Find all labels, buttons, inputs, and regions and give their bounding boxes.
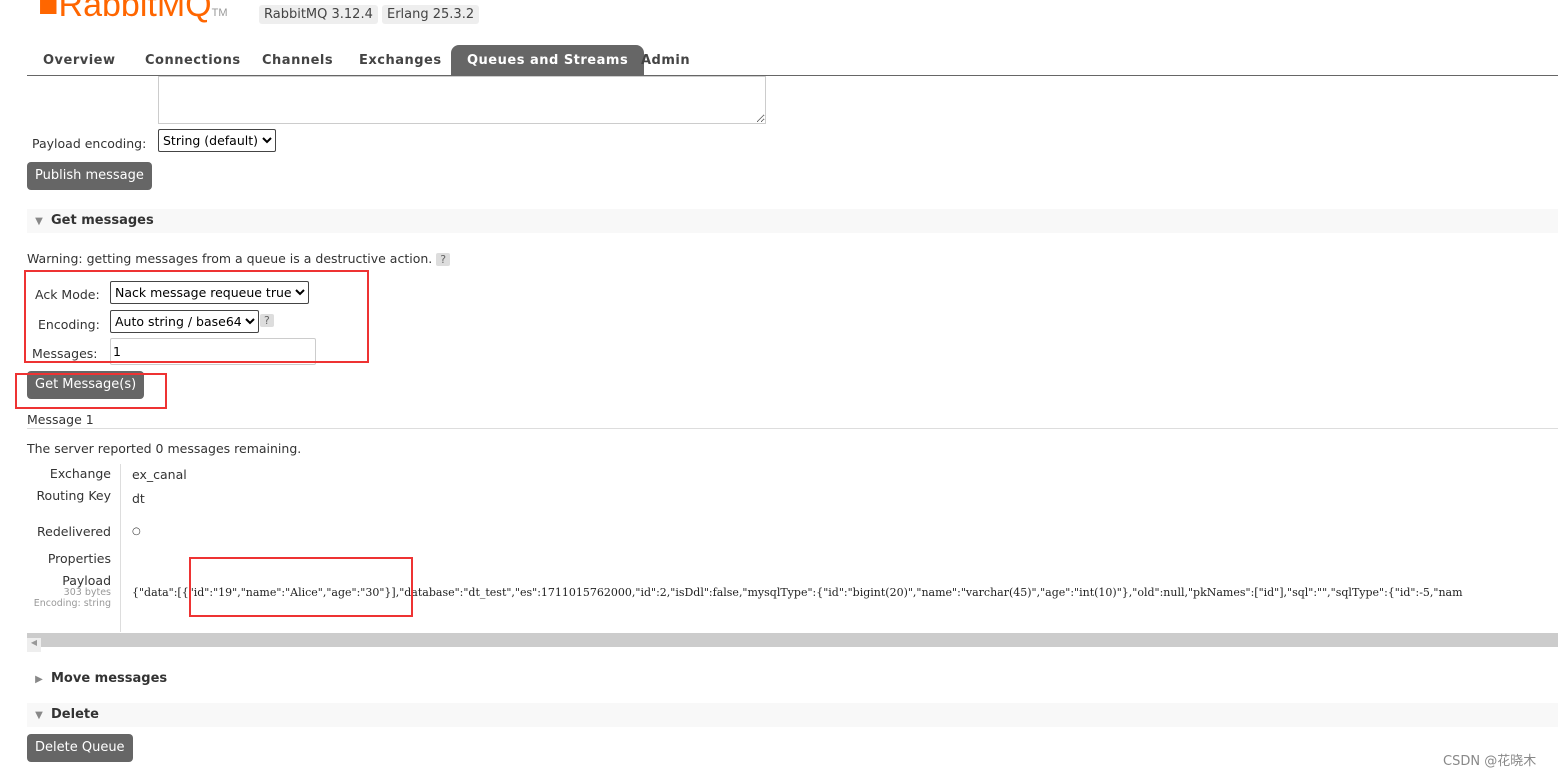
tab-exchanges[interactable]: Exchanges	[343, 45, 458, 75]
routing-key-value: dt	[132, 491, 145, 506]
divider	[120, 464, 121, 632]
message-title: Message 1	[27, 412, 1558, 429]
payload-textarea[interactable]	[158, 76, 766, 124]
delete-section[interactable]: ▼ Delete	[27, 703, 1558, 727]
tab-overview[interactable]: Overview	[27, 45, 132, 75]
version-badge: RabbitMQ 3.12.4	[259, 5, 378, 24]
tab-queues[interactable]: Queues and Streams	[451, 45, 645, 75]
collapse-icon: ▼	[35, 216, 43, 227]
highlight-box	[15, 373, 167, 409]
watermark: CSDN @花晓木	[1443, 754, 1537, 769]
exchange-value: ex_canal	[132, 467, 187, 482]
payload-encoding-select[interactable]: String (default)	[158, 129, 276, 152]
highlight-box	[189, 557, 413, 617]
warning-text: Warning: getting messages from a queue i…	[27, 251, 451, 266]
tab-channels[interactable]: Channels	[246, 45, 349, 75]
tab-admin[interactable]: Admin	[625, 45, 706, 75]
erlang-badge: Erlang 25.3.2	[382, 5, 480, 24]
expand-icon: ▶	[35, 674, 43, 685]
publish-message-button[interactable]: Publish message	[27, 162, 152, 190]
exchange-label: Exchange	[49, 466, 111, 481]
payload-encoding: Encoding: string	[33, 598, 111, 609]
properties-label: Properties	[47, 551, 111, 566]
tab-connections[interactable]: Connections	[129, 45, 257, 75]
move-messages-section[interactable]: ▶ Move messages	[27, 667, 1558, 691]
remaining-text: The server reported 0 messages remaining…	[27, 441, 302, 456]
main-nav: Overview Connections Channels Exchanges …	[27, 45, 1558, 76]
highlight-box	[24, 270, 369, 363]
delete-queue-button[interactable]: Delete Queue	[27, 734, 133, 762]
horizontal-scrollbar[interactable]: ◀	[27, 633, 1558, 652]
rabbitmq-logo: ■RabbitMQTM	[38, 0, 228, 24]
payload-label: Payload	[62, 573, 111, 588]
redelivered-value: ○	[132, 526, 141, 537]
redelivered-label: Redelivered	[37, 524, 111, 539]
help-icon[interactable]: ?	[436, 253, 451, 266]
payload-encoding-label: Payload encoding:	[32, 136, 147, 151]
routing-key-label: Routing Key	[36, 488, 111, 503]
payload-size: 303 bytes	[63, 587, 111, 598]
get-messages-section[interactable]: ▼ Get messages	[27, 209, 1558, 233]
collapse-icon: ▼	[35, 710, 43, 721]
